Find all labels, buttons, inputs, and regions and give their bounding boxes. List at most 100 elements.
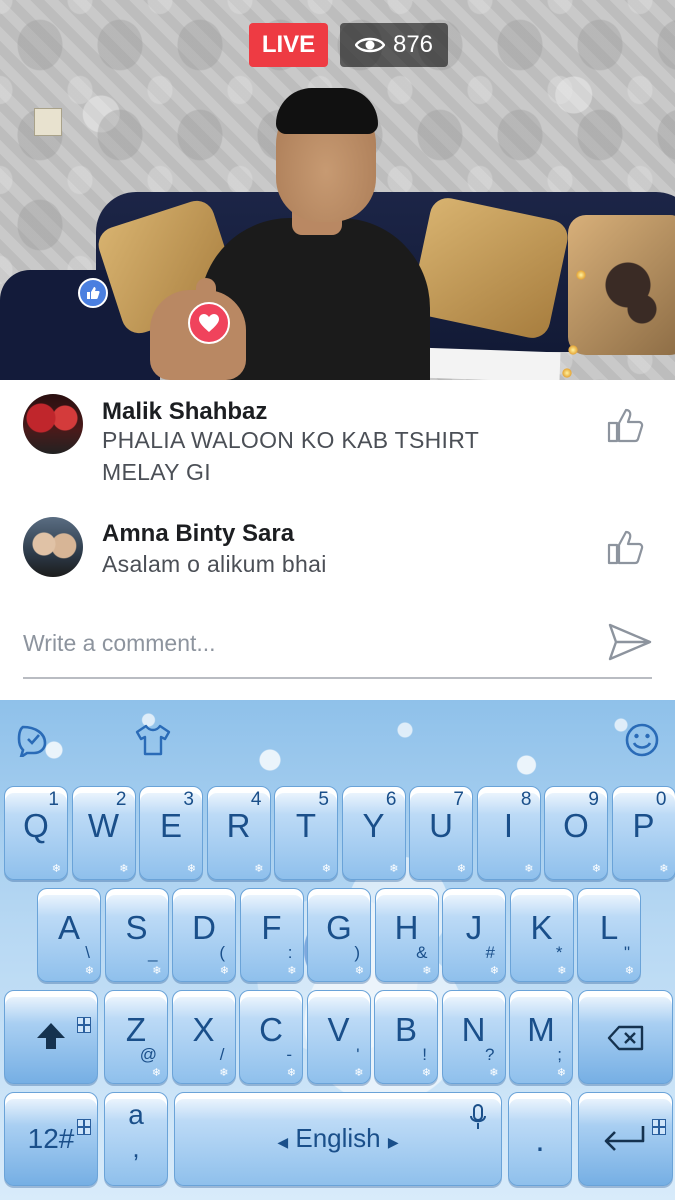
window-decor-icon xyxy=(77,1119,91,1135)
key-secondary-label: \ xyxy=(85,943,90,962)
emoji-icon[interactable] xyxy=(622,722,662,758)
sparkle-icon xyxy=(576,270,586,280)
comment-text: PHALIA WALOON KO KAB TSHIRT MELAY GI xyxy=(102,424,542,488)
comment-text: Asalam o alikum bhai xyxy=(102,551,327,577)
snowflake-icon: ❄ xyxy=(287,965,297,977)
keyboard: Q 1 ❄ W 2 ❄ E 3 ❄ R 4 ❄ T 5 ❄ Y 6 ❄ U 7 ❄ I 8 ❄ O 9 ❄ P 0 ❄ A \ ❄ S _ ❄ D(❄… xyxy=(0,700,675,1200)
snowflake-icon: ❄ xyxy=(659,863,669,875)
key-label: N xyxy=(461,1011,486,1048)
snowflake-icon: ❄ xyxy=(422,965,432,977)
key-f[interactable]: F: ❄ xyxy=(239,888,304,982)
key-secondary-label: ! xyxy=(422,1045,427,1064)
key-i[interactable]: I 8 ❄ xyxy=(476,786,541,880)
sparkle-icon xyxy=(568,345,578,355)
comma-key[interactable]: a , xyxy=(104,1092,168,1186)
snowflake-icon: ❄ xyxy=(321,863,331,875)
snowflake-icon: ❄ xyxy=(524,863,534,875)
key-o[interactable]: O 9 ❄ xyxy=(544,786,608,880)
key-v[interactable]: V ' ❄ xyxy=(306,990,371,1084)
space-key[interactable]: ◀ English ▶ xyxy=(174,1092,502,1186)
key-label: F xyxy=(261,909,282,946)
key-c[interactable]: C - ❄ xyxy=(239,990,303,1084)
theme-shirt-icon[interactable] xyxy=(132,722,174,758)
like-comment-icon[interactable] xyxy=(606,406,646,444)
symbols-key[interactable]: 12# xyxy=(4,1092,98,1186)
like-reaction-icon xyxy=(78,278,108,308)
key-secondary-label: & xyxy=(416,943,428,962)
key-label: P xyxy=(632,807,655,844)
presenter-hair xyxy=(276,88,378,134)
comment-text-line: PHALIA WALOON KO KAB TSHIRT xyxy=(102,427,480,453)
key-q[interactable]: Q 1 ❄ xyxy=(4,786,68,880)
key-label: L xyxy=(599,909,619,946)
comment-input[interactable] xyxy=(23,623,583,663)
key-label: K xyxy=(530,909,553,946)
snowflake-icon: ❄ xyxy=(557,965,567,977)
comments-panel: Malik Shahbaz PHALIA WALOON KO KAB TSHIR… xyxy=(0,380,675,700)
enter-key[interactable] xyxy=(578,1092,673,1186)
key-label: H xyxy=(394,909,419,946)
snowflake-icon: ❄ xyxy=(354,965,364,977)
space-language-label: English xyxy=(295,1123,381,1153)
avatar[interactable] xyxy=(23,394,83,454)
key-l[interactable]: L " ❄ xyxy=(577,888,641,982)
key-s[interactable]: S _ ❄ xyxy=(104,888,169,982)
live-badge: LIVE xyxy=(249,23,328,67)
comment-author[interactable]: Malik Shahbaz xyxy=(102,398,267,426)
key-secondary-label: : xyxy=(287,943,293,962)
snowflake-icon: ❄ xyxy=(489,1067,499,1079)
key-n[interactable]: N? ❄ xyxy=(441,990,506,1084)
snowflake-icon: ❄ xyxy=(152,965,162,977)
like-comment-icon[interactable] xyxy=(606,528,646,566)
keyboard-menu-icon[interactable] xyxy=(14,722,54,758)
chevron-right-icon: ▶ xyxy=(387,1134,399,1150)
key-secondary-label: 0 xyxy=(655,789,667,810)
key-g[interactable]: G) ❄ xyxy=(307,888,371,982)
comment-author[interactable]: Amna Binty Sara xyxy=(102,520,294,548)
key-label: R xyxy=(226,807,251,844)
key-e[interactable]: E 3 ❄ xyxy=(139,786,203,880)
key-label: E xyxy=(159,807,182,844)
backspace-icon xyxy=(607,1025,644,1051)
backspace-key[interactable] xyxy=(578,990,673,1084)
key-label: G xyxy=(326,909,352,946)
key-h[interactable]: H & ❄ xyxy=(374,888,439,982)
key-secondary-label: 2 xyxy=(115,789,127,810)
key-r[interactable]: R 4 ❄ xyxy=(206,786,271,880)
avatar[interactable] xyxy=(23,517,83,577)
key-j[interactable]: J # ❄ xyxy=(442,888,506,982)
key-b[interactable]: B! ❄ xyxy=(374,990,438,1084)
key-label: Y xyxy=(362,807,385,844)
snowflake-icon: ❄ xyxy=(186,863,196,875)
comment-item: Malik Shahbaz PHALIA WALOON KO KAB TSHIR… xyxy=(0,394,675,494)
key-x[interactable]: X / ❄ xyxy=(171,990,236,1084)
key-k[interactable]: K * ❄ xyxy=(509,888,574,982)
snowflake-icon: ❄ xyxy=(624,965,634,977)
key-secondary-label: # xyxy=(485,943,495,962)
key-y[interactable]: Y 6 ❄ xyxy=(341,786,406,880)
live-video-player[interactable]: LIVE 876 xyxy=(0,0,675,380)
love-reaction-icon xyxy=(188,302,230,344)
chevron-left-icon: ◀ xyxy=(277,1134,289,1150)
thumbs-up-icon xyxy=(87,287,100,299)
key-label: M xyxy=(527,1011,555,1048)
snowflake-icon: ❄ xyxy=(389,863,399,875)
key-a[interactable]: A \ ❄ xyxy=(37,888,101,982)
key-label: Z xyxy=(125,1011,147,1048)
key-p[interactable]: P 0 ❄ xyxy=(611,786,675,880)
key-u[interactable]: U 7 ❄ xyxy=(409,786,473,880)
key-label: V xyxy=(327,1011,350,1048)
key-label: A xyxy=(57,909,80,946)
key-z[interactable]: Z @ ❄ xyxy=(104,990,168,1084)
key-secondary-label: ( xyxy=(219,943,225,962)
key-label: W xyxy=(87,807,120,844)
key-t[interactable]: T 5 ❄ xyxy=(274,786,338,880)
period-key-label: . xyxy=(535,1121,545,1158)
send-icon[interactable] xyxy=(607,619,653,665)
key-d[interactable]: D(❄ xyxy=(172,888,236,982)
shift-key[interactable] xyxy=(4,990,98,1084)
key-w[interactable]: W 2 ❄ xyxy=(71,786,136,880)
snowflake-icon: ❄ xyxy=(286,1067,296,1079)
period-key[interactable]: . xyxy=(508,1092,572,1186)
key-m[interactable]: M; ❄ xyxy=(509,990,573,1084)
